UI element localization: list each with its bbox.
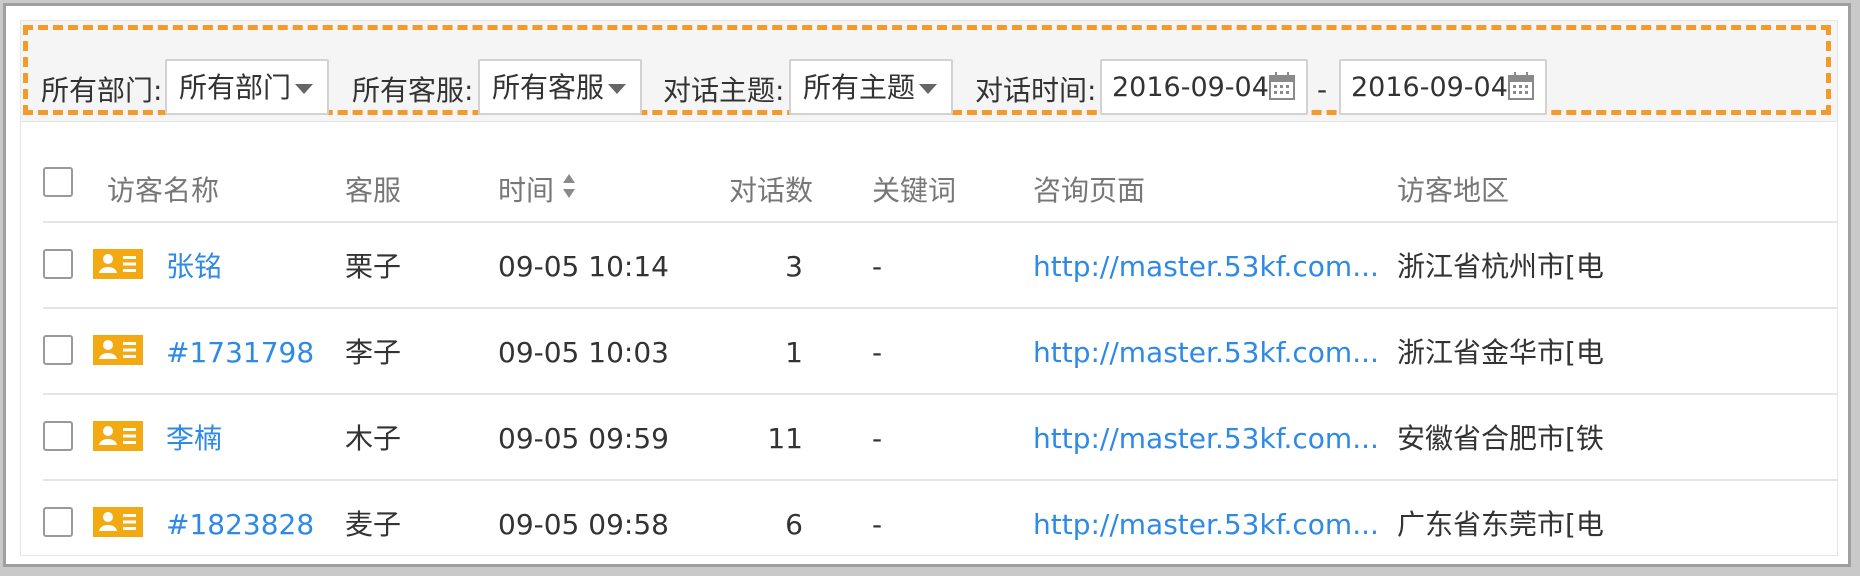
service-select-value: 所有客服 [492, 71, 605, 104]
end-date-value: 2016-09-04 [1351, 72, 1508, 103]
service-cell: 麦子 [345, 508, 402, 541]
time-cell: 09-05 10:14 [498, 250, 669, 283]
region-cell: 安徽省合肥市[铁 [1397, 422, 1604, 455]
row-checkbox[interactable] [43, 249, 73, 279]
table-header: 访客名称 客服 时间 对话数 关键词 咨询页面 访客地区 [43, 121, 1837, 223]
page-link[interactable]: http://master.53kf.com... [1033, 247, 1379, 287]
count-cell: 11 [767, 422, 803, 455]
visitor-card-icon [93, 421, 143, 451]
count-cell: 6 [785, 508, 803, 541]
time-cell: 09-05 10:03 [498, 336, 669, 369]
chevron-down-icon [608, 84, 626, 94]
visitor-card-icon [93, 249, 143, 279]
visitor-name-link[interactable]: 张铭 [166, 247, 222, 287]
service-cell: 李子 [345, 336, 402, 369]
header-page: 咨询页面 [1033, 174, 1146, 207]
count-cell: 1 [785, 336, 803, 369]
visitor-card-icon [93, 507, 143, 537]
row-checkbox[interactable] [43, 421, 73, 451]
page-link[interactable]: http://master.53kf.com... [1033, 333, 1379, 373]
department-select[interactable]: 所有部门 [165, 59, 329, 115]
row-checkbox[interactable] [43, 335, 73, 365]
count-cell: 3 [785, 250, 803, 283]
visitor-name-link[interactable]: #1823828 [166, 505, 314, 545]
conversation-panel: 所有部门: 所有部门 所有客服: 所有客服 对话主题: 所有主题 对话时间: 2… [21, 21, 1837, 555]
region-cell: 浙江省金华市[电 [1397, 336, 1604, 369]
visitor-name-link[interactable]: 李楠 [166, 419, 222, 459]
header-visitor-region: 访客地区 [1397, 174, 1510, 207]
table-row[interactable]: 李楠 木子 09-05 09:59 11 - http://master.53k… [43, 393, 1837, 481]
keyword-cell: - [872, 336, 883, 369]
service-select[interactable]: 所有客服 [478, 59, 642, 115]
select-all-checkbox[interactable] [43, 167, 73, 197]
keyword-cell: - [872, 422, 883, 455]
service-filter-label: 所有客服: [352, 74, 474, 107]
window-frame: 所有部门: 所有部门 所有客服: 所有客服 对话主题: 所有主题 对话时间: 2… [3, 3, 1851, 567]
calendar-icon[interactable] [1268, 71, 1296, 101]
time-filter-label: 对话时间: [975, 74, 1097, 107]
department-filter-label: 所有部门: [41, 74, 163, 107]
chevron-down-icon [295, 84, 313, 94]
topic-filter-label: 对话主题: [663, 74, 785, 107]
region-cell: 广东省东莞市[电 [1397, 508, 1604, 541]
header-time[interactable]: 时间 [498, 169, 554, 209]
keyword-cell: - [872, 250, 883, 283]
time-cell: 09-05 09:59 [498, 422, 669, 455]
header-conversation-count: 对话数 [729, 174, 814, 207]
header-visitor-name: 访客名称 [107, 174, 220, 207]
date-range-separator: - [1317, 73, 1328, 106]
keyword-cell: - [872, 508, 883, 541]
topic-select-value: 所有主题 [803, 71, 916, 104]
topic-select[interactable]: 所有主题 [789, 59, 953, 115]
start-date-value: 2016-09-04 [1112, 72, 1269, 103]
page-link[interactable]: http://master.53kf.com... [1033, 419, 1379, 459]
service-cell: 栗子 [345, 250, 402, 283]
visitor-card-icon [93, 335, 143, 365]
header-keyword: 关键词 [872, 174, 957, 207]
page-link[interactable]: http://master.53kf.com... [1033, 505, 1379, 545]
region-cell: 浙江省杭州市[电 [1397, 250, 1604, 283]
sort-icon[interactable] [561, 172, 577, 200]
time-cell: 09-05 09:58 [498, 508, 669, 541]
department-select-value: 所有部门 [179, 71, 292, 104]
table-row[interactable]: #1731798 李子 09-05 10:03 1 - http://maste… [43, 307, 1837, 395]
calendar-icon[interactable] [1507, 71, 1535, 101]
header-service: 客服 [345, 174, 402, 207]
row-checkbox[interactable] [43, 507, 73, 537]
visitor-name-link[interactable]: #1731798 [166, 333, 314, 373]
chevron-down-icon [919, 84, 937, 94]
table-row[interactable]: 张铭 栗子 09-05 10:14 3 - http://master.53kf… [43, 221, 1837, 309]
table-row[interactable]: #1823828 麦子 09-05 09:58 6 - http://maste… [43, 479, 1837, 555]
service-cell: 木子 [345, 422, 402, 455]
start-date-input[interactable]: 2016-09-04 [1100, 59, 1308, 115]
end-date-input[interactable]: 2016-09-04 [1339, 59, 1547, 115]
filter-bar: 所有部门: 所有部门 所有客服: 所有客服 对话主题: 所有主题 对话时间: 2… [21, 21, 1837, 122]
